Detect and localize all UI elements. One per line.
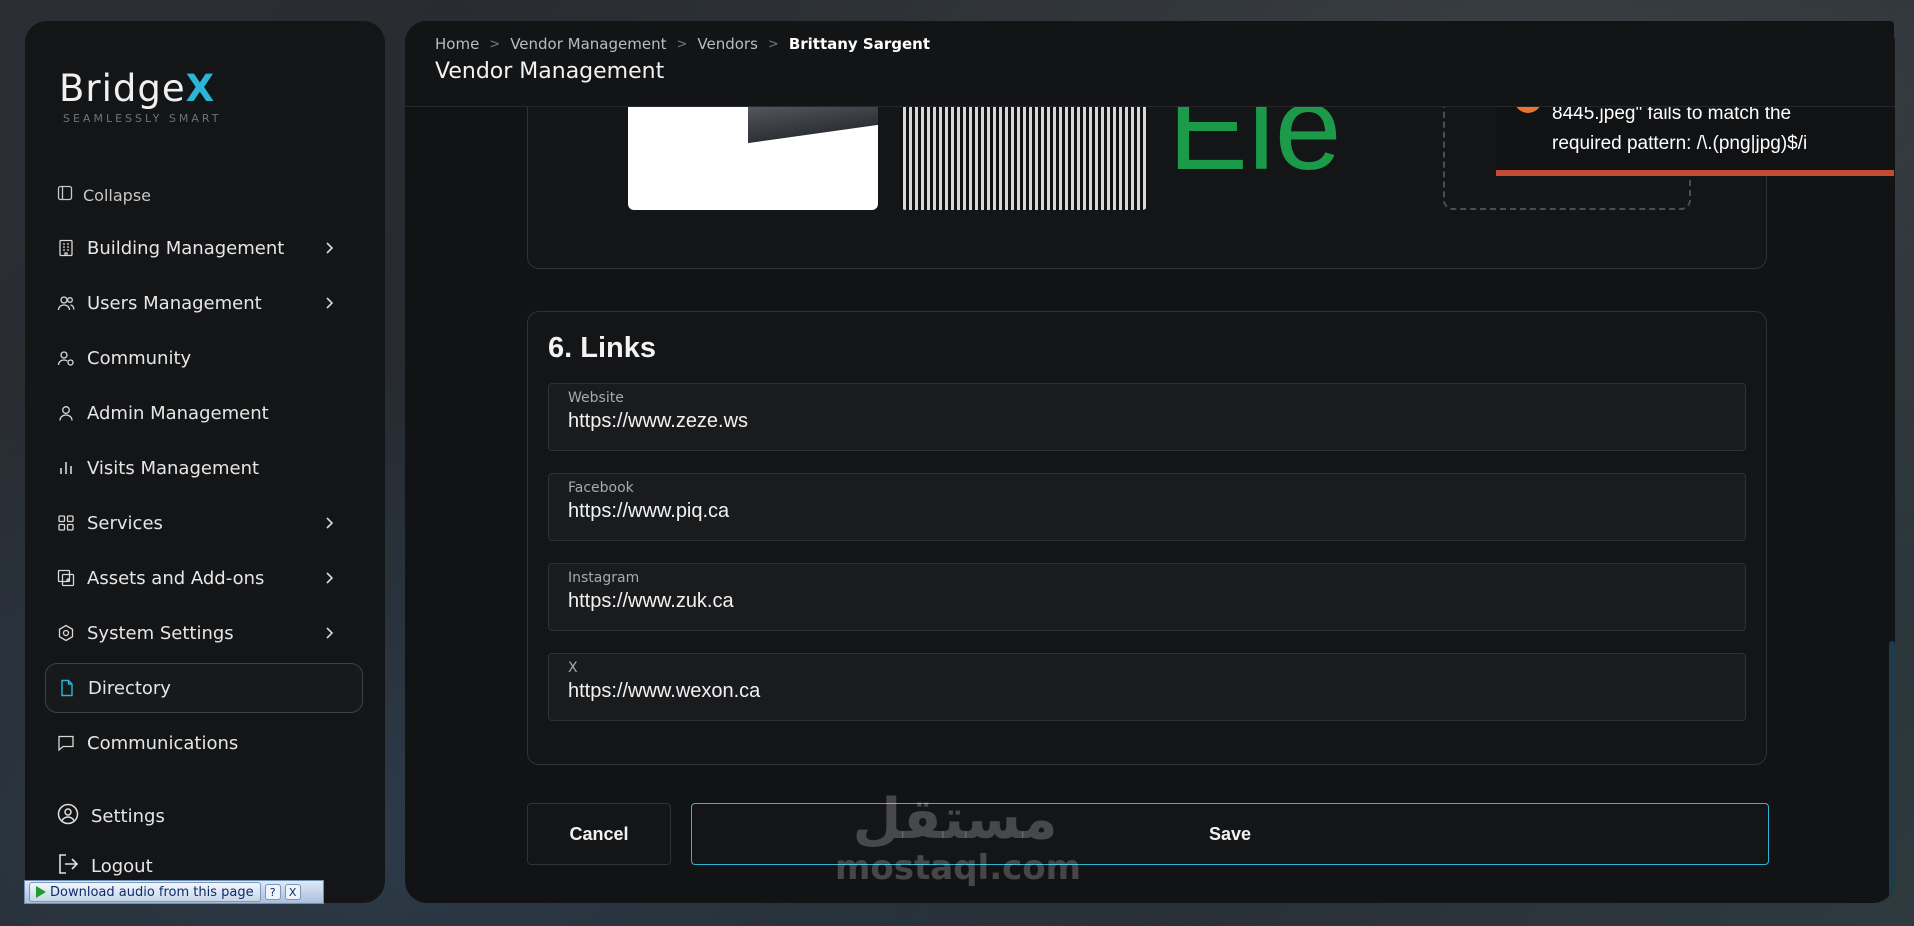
website-field: Website	[548, 383, 1746, 451]
logo[interactable]: BridgeX SEAMLESSLY SMART	[59, 67, 365, 125]
sidebar-toggle-icon	[57, 185, 73, 205]
logout-label: Logout	[91, 855, 153, 877]
chevron-right-icon	[321, 570, 337, 586]
download-audio-label: Download audio from this page	[50, 884, 254, 900]
sidebar-footer: Settings Logout	[57, 791, 165, 891]
sidebar-item-visits-management[interactable]: Visits Management	[45, 443, 363, 493]
breadcrumb-home[interactable]: Home	[435, 35, 479, 53]
settings-label: Settings	[91, 805, 165, 827]
gear-icon	[57, 624, 75, 642]
sidebar-item-label: Visits Management	[87, 457, 260, 479]
sidebar-item-system-settings[interactable]: System Settings	[45, 608, 363, 658]
sidebar-item-communications[interactable]: Communications	[45, 718, 363, 768]
instagram-label: Instagram	[568, 570, 640, 586]
sidebar-item-label: Users Management	[87, 292, 262, 314]
links-card: 6. Links Website Facebook Instagram X	[527, 311, 1767, 765]
sidebar-item-label: Admin Management	[87, 402, 269, 424]
page-title: Vendor Management	[435, 59, 665, 84]
sidebar-item-label: Services	[87, 512, 163, 534]
sidebar-item-label: Assets and Add-ons	[87, 567, 265, 589]
breadcrumb-vendors[interactable]: Vendors	[697, 35, 758, 53]
sidebar-item-label: Directory	[88, 677, 171, 699]
chevron-right-icon: >	[489, 36, 501, 52]
logo-tagline: SEAMLESSLY SMART	[63, 112, 222, 125]
chevron-right-icon: >	[676, 36, 688, 52]
breadcrumb-current: Brittany Sargent	[788, 35, 931, 53]
chevron-right-icon	[321, 295, 337, 311]
x-label: X	[568, 660, 578, 676]
sidebar-nav: Collapse Building Management Users Manag…	[45, 181, 365, 768]
facebook-label: Facebook	[568, 480, 634, 496]
website-input[interactable]	[568, 410, 1726, 433]
sidebar-item-users-management[interactable]: Users Management	[45, 278, 363, 328]
collapse-button[interactable]: Collapse	[45, 181, 365, 209]
chevron-right-icon: >	[767, 36, 779, 52]
building-icon	[57, 239, 75, 257]
instagram-input[interactable]	[568, 590, 1726, 613]
collapse-label: Collapse	[83, 185, 151, 205]
breadcrumb-vendor-management[interactable]: Vendor Management	[510, 35, 666, 53]
logo-accent: X	[185, 67, 216, 110]
sidebar-item-directory[interactable]: Directory	[45, 663, 363, 713]
sidebar-item-assets-and-add-ons[interactable]: Assets and Add-ons	[45, 553, 363, 603]
sidebar-item-community[interactable]: Community	[45, 333, 363, 383]
x-field: X	[548, 653, 1746, 721]
help-button[interactable]: ?	[264, 884, 281, 900]
bar-chart-icon	[57, 459, 75, 477]
save-button[interactable]: Save	[691, 803, 1769, 865]
grid-icon	[57, 514, 75, 532]
facebook-input[interactable]	[568, 500, 1726, 523]
settings-button[interactable]: Settings	[57, 791, 165, 841]
breadcrumb: Home > Vendor Management > Vendors > Bri…	[435, 35, 1865, 53]
user-icon	[57, 404, 75, 422]
chevron-right-icon	[321, 240, 337, 256]
sidebar-item-admin-management[interactable]: Admin Management	[45, 388, 363, 438]
close-download-bar-button[interactable]: X	[284, 884, 301, 900]
page-header: Home > Vendor Management > Vendors > Bri…	[405, 21, 1895, 107]
sidebar-item-building-management[interactable]: Building Management	[45, 223, 363, 273]
logo-text: Bridge	[59, 67, 186, 110]
sidebar-item-label: Building Management	[87, 237, 285, 259]
play-icon	[36, 886, 46, 898]
document-icon	[58, 679, 76, 697]
logout-icon	[57, 853, 79, 880]
website-label: Website	[568, 390, 624, 406]
account-circle-icon	[57, 803, 79, 830]
facebook-field: Facebook	[548, 473, 1746, 541]
download-audio-button[interactable]: Download audio from this page	[29, 882, 261, 902]
x-input[interactable]	[568, 680, 1726, 703]
download-audio-bar: Download audio from this page ? X	[24, 880, 324, 904]
scrollbar[interactable]	[1889, 641, 1895, 901]
sidebar-item-label: Communications	[87, 732, 239, 754]
toast-progress-bar	[1496, 170, 1894, 176]
users-icon	[57, 294, 75, 312]
cancel-button[interactable]: Cancel	[527, 803, 671, 865]
sidebar: BridgeX SEAMLESSLY SMART Collapse Buildi…	[25, 21, 385, 903]
instagram-field: Instagram	[548, 563, 1746, 631]
links-section-title: 6. Links	[548, 332, 656, 364]
assets-icon	[57, 569, 75, 587]
sidebar-item-services[interactable]: Services	[45, 498, 363, 548]
sidebar-item-label: Community	[87, 347, 192, 369]
chevron-right-icon	[321, 625, 337, 641]
community-icon	[57, 349, 75, 367]
chevron-right-icon	[321, 515, 337, 531]
chat-icon	[57, 734, 75, 752]
sidebar-item-label: System Settings	[87, 622, 234, 644]
